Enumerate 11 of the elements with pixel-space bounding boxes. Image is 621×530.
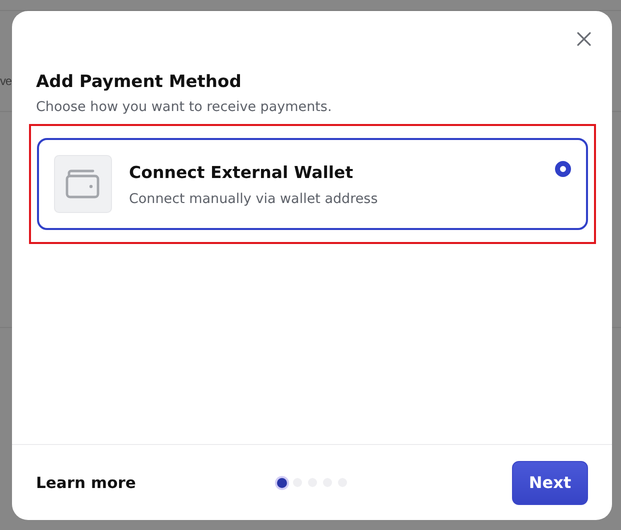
next-button[interactable]: Next — [512, 460, 588, 504]
wallet-icon — [54, 155, 112, 213]
option-title: Connect External Wallet — [129, 162, 354, 184]
dialog-subtitle: Choose how you want to receive payments. — [36, 98, 333, 116]
learn-more-link[interactable]: Learn more — [36, 474, 236, 492]
close-icon[interactable] — [576, 31, 592, 47]
dialog-title: Add Payment Method — [36, 71, 242, 93]
background-text: ve — [0, 74, 12, 88]
radio-button[interactable] — [555, 161, 571, 177]
option-description: Connect manually via wallet address — [129, 190, 379, 208]
option-card[interactable]: Connect External Wallet Connect manually via wallet address — [37, 138, 588, 230]
